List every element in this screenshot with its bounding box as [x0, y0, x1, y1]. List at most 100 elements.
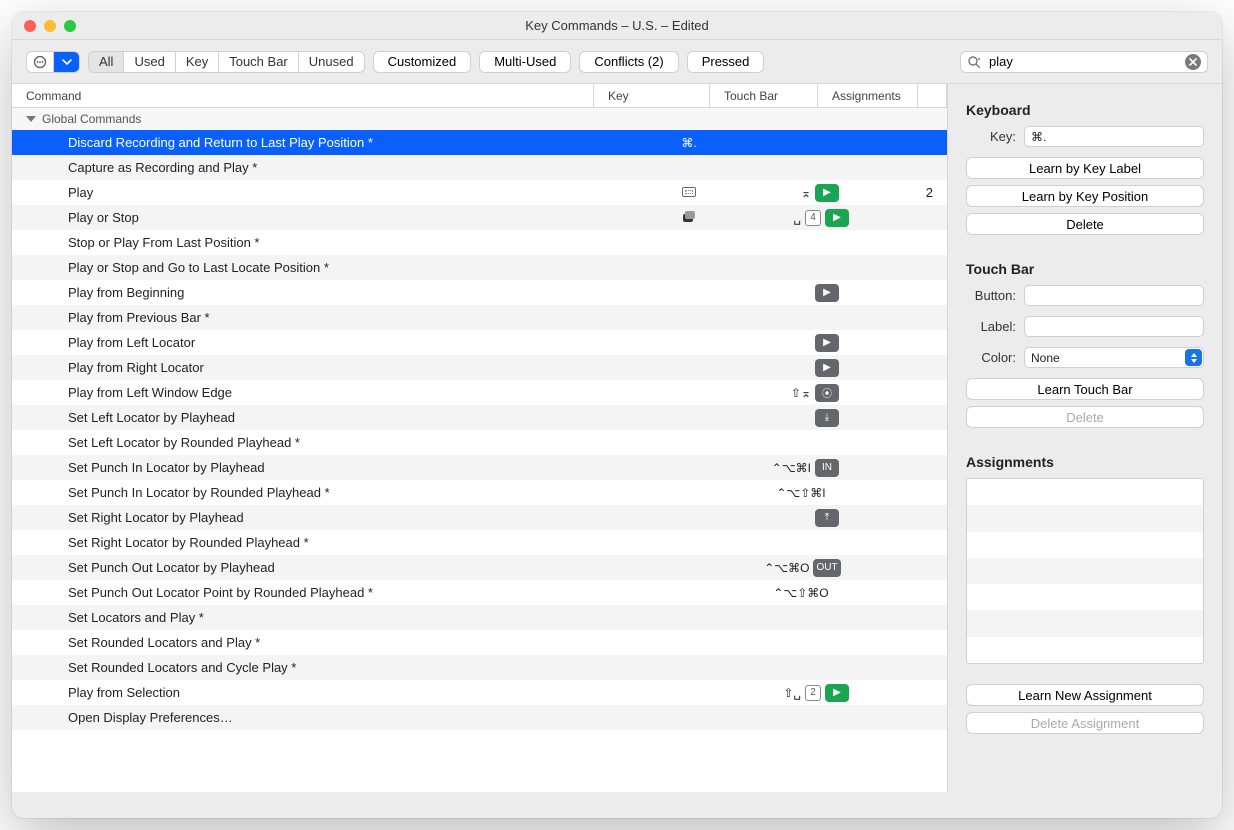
- table-row[interactable]: Play from Left Locator▶: [12, 330, 947, 355]
- keypad-icon: [682, 187, 696, 197]
- touchbar-badge-icon: OUT: [813, 559, 840, 577]
- table-row[interactable]: Discard Recording and Return to Last Pla…: [12, 130, 947, 155]
- customized-button[interactable]: Customized: [373, 51, 472, 73]
- command-label: Set Punch Out Locator Point by Rounded P…: [12, 585, 631, 600]
- key-field[interactable]: ⌘.: [1024, 126, 1204, 147]
- table-row[interactable]: Set Punch Out Locator Point by Rounded P…: [12, 580, 947, 605]
- touchbar-key-text: ⇧␣: [753, 686, 801, 700]
- command-label: Set Punch In Locator by Rounded Playhead…: [12, 485, 631, 500]
- table-row[interactable]: Set Punch In Locator by Playhead⌃⌥⌘IIN: [12, 455, 947, 480]
- touchbar-color-label: Color:: [966, 350, 1016, 365]
- touchbar-key-text: ⌃⌥⇧⌘I: [776, 486, 825, 500]
- options-menu-button[interactable]: [26, 51, 80, 73]
- list-item[interactable]: [967, 479, 1203, 505]
- multi-used-button[interactable]: Multi-Used: [479, 51, 571, 73]
- command-label: Play from Right Locator: [12, 360, 631, 375]
- touchbar-cell: ▶: [747, 284, 855, 302]
- touchbar-label-field[interactable]: [1024, 316, 1204, 337]
- key-label: Key:: [966, 129, 1016, 144]
- command-label: Set Punch In Locator by Playhead: [12, 460, 631, 475]
- zoom-icon[interactable]: [64, 20, 76, 32]
- touchbar-badge-icon: ▶: [815, 284, 839, 302]
- table-row[interactable]: Play or Stop␣4▶: [12, 205, 947, 230]
- filter-segmented-control[interactable]: AllUsedKeyTouch BarUnused: [88, 51, 365, 73]
- titlebar: Key Commands – U.S. – Edited: [12, 12, 1222, 40]
- command-label: Play: [12, 185, 631, 200]
- command-label: Stop or Play From Last Position *: [12, 235, 631, 250]
- disclosure-triangle-icon[interactable]: [26, 116, 36, 122]
- learn-touch-bar-button[interactable]: Learn Touch Bar: [966, 378, 1204, 400]
- table-row[interactable]: Set Locators and Play *: [12, 605, 947, 630]
- close-icon[interactable]: [24, 20, 36, 32]
- filter-unused[interactable]: Unused: [299, 52, 364, 72]
- table-row[interactable]: Capture as Recording and Play *: [12, 155, 947, 180]
- command-label: Set Rounded Locators and Cycle Play *: [12, 660, 631, 675]
- command-label: Play or Stop: [12, 210, 631, 225]
- touchbar-color-select[interactable]: None: [1024, 347, 1204, 368]
- table-row[interactable]: Play from Beginning ▶: [12, 280, 947, 305]
- filter-key[interactable]: Key: [176, 52, 219, 72]
- list-item[interactable]: [967, 532, 1203, 558]
- column-header-key[interactable]: Key: [594, 84, 710, 107]
- command-label: Play or Stop and Go to Last Locate Posit…: [12, 260, 631, 275]
- table-row[interactable]: Set Rounded Locators and Cycle Play *: [12, 655, 947, 680]
- table-row[interactable]: Play ⌅▶2: [12, 180, 947, 205]
- command-label: Play from Beginning: [12, 285, 631, 300]
- search-input[interactable]: [987, 53, 1179, 70]
- table-row[interactable]: Set Right Locator by Rounded Playhead *: [12, 530, 947, 555]
- learn-new-assignment-button[interactable]: Learn New Assignment: [966, 684, 1204, 706]
- table-row[interactable]: Set Left Locator by Playhead⤓: [12, 405, 947, 430]
- inspector-panel: Keyboard Key: ⌘. Learn by Key Label Lear…: [948, 84, 1222, 792]
- table-row[interactable]: Set Punch Out Locator by Playhead⌃⌥⌘OOUT: [12, 555, 947, 580]
- touchbar-cell: ⤓: [747, 409, 855, 427]
- column-headers: Command Key Touch Bar Assignments: [12, 84, 947, 108]
- touchbar-cell: ⌅▶: [747, 184, 855, 202]
- clear-search-button[interactable]: [1185, 54, 1201, 70]
- table-row[interactable]: Open Display Preferences…: [12, 705, 947, 730]
- learn-by-key-label-button[interactable]: Learn by Key Label: [966, 157, 1204, 179]
- table-row[interactable]: Play from Selection⇧␣2▶: [12, 680, 947, 705]
- list-item[interactable]: [967, 584, 1203, 610]
- count-badge: 2: [805, 685, 821, 701]
- list-item[interactable]: [967, 505, 1203, 531]
- filter-all[interactable]: All: [89, 52, 124, 72]
- filter-used[interactable]: Used: [124, 52, 175, 72]
- table-row[interactable]: Stop or Play From Last Position *: [12, 230, 947, 255]
- table-row[interactable]: Set Right Locator by Playhead⤒: [12, 505, 947, 530]
- keyboard-delete-button[interactable]: Delete: [966, 213, 1204, 235]
- table-row[interactable]: Play from Previous Bar *: [12, 305, 947, 330]
- commands-panel: Command Key Touch Bar Assignments Global…: [12, 84, 948, 792]
- assignments-list[interactable]: [966, 478, 1204, 664]
- touchbar-cell: ⌃⌥⇧⌘O: [747, 586, 855, 600]
- assignments-cell: 2: [855, 185, 947, 200]
- column-header-command[interactable]: Command: [12, 84, 594, 107]
- table-row[interactable]: Set Left Locator by Rounded Playhead *: [12, 430, 947, 455]
- list-item[interactable]: [967, 610, 1203, 636]
- chevron-down-icon: [53, 52, 79, 72]
- search-icon: [967, 55, 981, 69]
- learn-by-key-position-button[interactable]: Learn by Key Position: [966, 185, 1204, 207]
- table-row[interactable]: Set Rounded Locators and Play *: [12, 630, 947, 655]
- touchbar-badge-icon: ▶: [825, 209, 849, 227]
- touchbar-cell: ▶: [747, 359, 855, 377]
- touchbar-button-field[interactable]: [1024, 285, 1204, 306]
- pressed-button[interactable]: Pressed: [687, 51, 765, 73]
- list-item[interactable]: [967, 637, 1203, 663]
- group-row[interactable]: Global Commands: [12, 108, 947, 130]
- conflicts-button[interactable]: Conflicts (2): [579, 51, 678, 73]
- minimize-icon[interactable]: [44, 20, 56, 32]
- touchbar-key-text: ⇧⌅: [763, 386, 811, 400]
- table-row[interactable]: Set Punch In Locator by Rounded Playhead…: [12, 480, 947, 505]
- touchbar-delete-button: Delete: [966, 406, 1204, 428]
- column-header-touchbar[interactable]: Touch Bar: [710, 84, 818, 107]
- touchbar-badge-icon: ▶: [815, 359, 839, 377]
- commands-list[interactable]: Global Commands Discard Recording and Re…: [12, 108, 947, 792]
- filter-touch-bar[interactable]: Touch Bar: [219, 52, 299, 72]
- list-item[interactable]: [967, 558, 1203, 584]
- table-row[interactable]: Play from Left Window Edge⇧⌅⦿: [12, 380, 947, 405]
- touchbar-badge-icon: ⦿: [815, 384, 839, 402]
- search-field[interactable]: [960, 51, 1208, 73]
- table-row[interactable]: Play from Right Locator ▶: [12, 355, 947, 380]
- column-header-assignments[interactable]: Assignments: [818, 84, 918, 107]
- table-row[interactable]: Play or Stop and Go to Last Locate Posit…: [12, 255, 947, 280]
